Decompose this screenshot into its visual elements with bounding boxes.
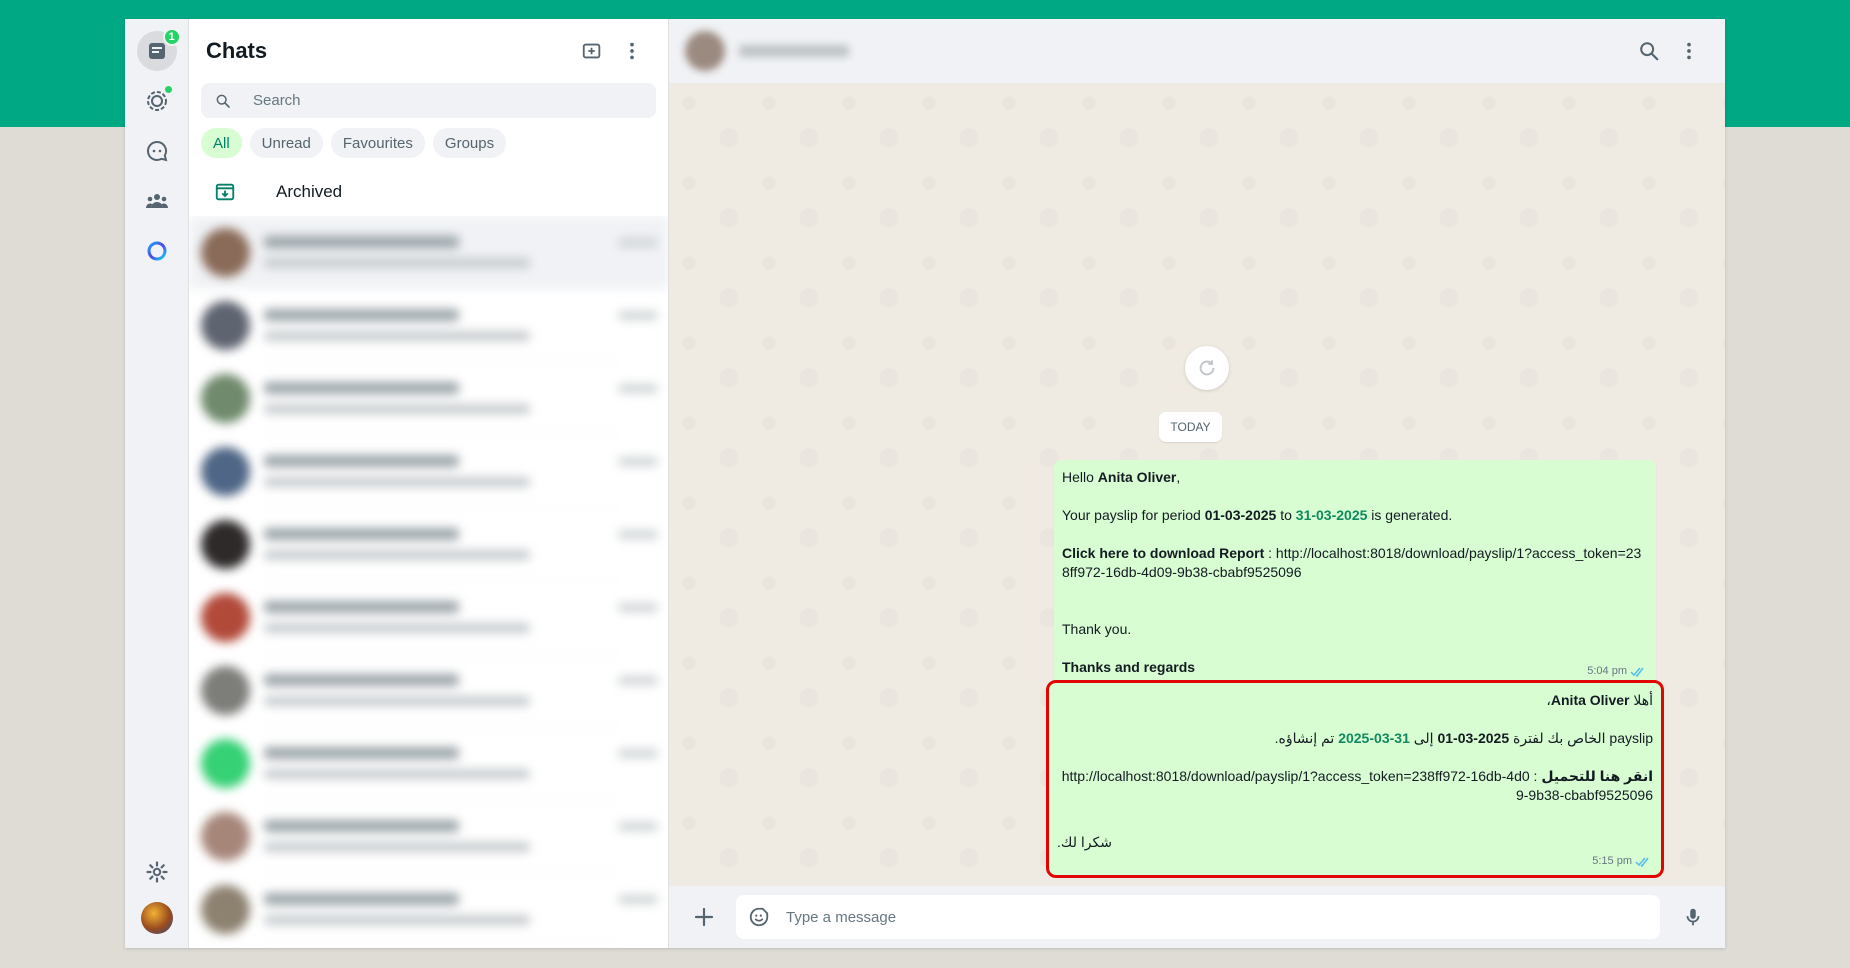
chat-avatar: [201, 520, 250, 569]
rail-bottom: [137, 852, 177, 934]
message-period: Your payslip for period 01-03-2025 to 31…: [1062, 507, 1453, 523]
status-button[interactable]: [137, 81, 177, 121]
conversation-panel: TODAY Hello Anita Oliver, Your payslip f…: [669, 19, 1725, 948]
profile-avatar[interactable]: [140, 902, 173, 934]
filter-favourites[interactable]: Favourites: [330, 128, 425, 158]
chat-avatar: [201, 812, 250, 861]
channels-button[interactable]: [137, 131, 177, 171]
chat-row[interactable]: [189, 362, 668, 435]
message-input-box[interactable]: [736, 895, 1660, 939]
message-input[interactable]: [786, 908, 1648, 926]
conversation-search-button[interactable]: [1629, 31, 1669, 71]
meta-ai-button[interactable]: [137, 231, 177, 271]
load-older-button[interactable]: [1185, 346, 1229, 390]
search-input[interactable]: [253, 92, 642, 109]
channels-icon: [146, 140, 167, 162]
settings-button[interactable]: [137, 852, 177, 892]
message-download: انقر هنا للتحميل : http://localhost:8018…: [1061, 768, 1653, 803]
status-dot: [163, 85, 173, 94]
chat-row[interactable]: [189, 581, 668, 654]
message-thanks: Thank you.: [1062, 621, 1132, 637]
filter-all[interactable]: All: [201, 128, 242, 158]
archived-label: Archived: [276, 182, 343, 201]
message-period: payslip الخاص بك لفترة 2025-03-01 إلى 31…: [1274, 730, 1653, 746]
chat-items: [189, 216, 668, 948]
message-meta: 5:15 pm: [1592, 852, 1651, 871]
message-greeting: أهلا Anita Oliver،: [1546, 692, 1653, 708]
filter-groups[interactable]: Groups: [432, 128, 507, 158]
search-icon: [216, 94, 230, 108]
chat-avatar: [201, 374, 250, 423]
chat-list-menu-button[interactable]: [612, 31, 652, 71]
message-time: 5:04 pm: [1587, 665, 1627, 677]
nav-rail: 1: [125, 19, 189, 948]
message-greeting: Hello Anita Oliver,: [1062, 469, 1181, 485]
date-divider: TODAY: [1159, 412, 1222, 442]
chat-row[interactable]: [189, 289, 668, 362]
message-area[interactable]: TODAY Hello Anita Oliver, Your payslip f…: [669, 83, 1725, 886]
message-meta: 5:04 pm: [1587, 662, 1646, 681]
search-bar[interactable]: [201, 83, 656, 118]
conversation-header[interactable]: [669, 19, 1725, 83]
chat-avatar: [201, 739, 250, 788]
conversation-menu-button[interactable]: [1669, 31, 1709, 71]
communities-button[interactable]: [137, 181, 177, 221]
composer: [669, 886, 1725, 948]
refresh-icon: [1199, 360, 1215, 376]
chats-button[interactable]: 1: [136, 28, 181, 71]
read-ticks-icon: [1630, 667, 1644, 677]
filter-chips: All Unread Favourites Groups: [189, 118, 668, 168]
chat-row[interactable]: [189, 654, 668, 727]
settings-icon: [145, 861, 168, 883]
meta-ai-icon: [147, 241, 166, 261]
chat-list-title: Chats: [206, 38, 268, 63]
search-icon: [1640, 42, 1659, 61]
microphone-icon: [1686, 908, 1700, 926]
filter-unread[interactable]: Unread: [249, 128, 323, 158]
new-chat-button[interactable]: [572, 31, 612, 71]
chat-avatar: [201, 228, 250, 277]
chat-list-panel: Chats All Unread Favourites Groups Archi…: [189, 19, 669, 948]
contact-avatar[interactable]: [685, 31, 725, 71]
chat-row[interactable]: [189, 727, 668, 800]
outgoing-message[interactable]: Hello Anita Oliver, Your payslip for per…: [1054, 460, 1656, 685]
sticker-icon[interactable]: [748, 906, 770, 928]
outgoing-message-highlighted[interactable]: أهلا Anita Oliver، payslip الخاص بك لفتر…: [1046, 680, 1664, 878]
chat-row[interactable]: [189, 508, 668, 581]
message-thanks: شكرا لك.: [1057, 834, 1112, 850]
more-vertical-icon: [1687, 42, 1691, 60]
archived-row[interactable]: Archived: [189, 168, 668, 216]
communities-icon: [145, 194, 168, 208]
chat-avatar: [201, 301, 250, 350]
chat-row[interactable]: [189, 435, 668, 508]
whatsapp-window: 1 Chats Search All Unread Favourites Gro…: [125, 19, 1725, 948]
message-regards: Thanks and regards: [1062, 659, 1196, 675]
more-vertical-icon: [630, 42, 634, 60]
message-time: 5:15 pm: [1592, 855, 1632, 867]
chat-avatar: [201, 666, 250, 715]
voice-message-button[interactable]: [1673, 897, 1713, 937]
attach-button[interactable]: [684, 897, 724, 937]
chat-avatar: [201, 593, 250, 642]
new-chat-icon: [582, 43, 601, 59]
chat-row[interactable]: [189, 873, 668, 946]
chat-avatar: [201, 885, 250, 934]
contact-name: [739, 45, 849, 57]
read-ticks-icon: [1635, 857, 1649, 867]
chat-row[interactable]: [189, 800, 668, 873]
chat-avatar: [201, 447, 250, 496]
archive-icon: [215, 183, 235, 201]
chat-list-header: Chats: [189, 19, 668, 83]
plus-icon: [694, 907, 714, 927]
message-download: Click here to download Report : http://l…: [1062, 545, 1642, 580]
chat-row[interactable]: [189, 216, 668, 289]
unread-badge: 1: [162, 28, 181, 46]
